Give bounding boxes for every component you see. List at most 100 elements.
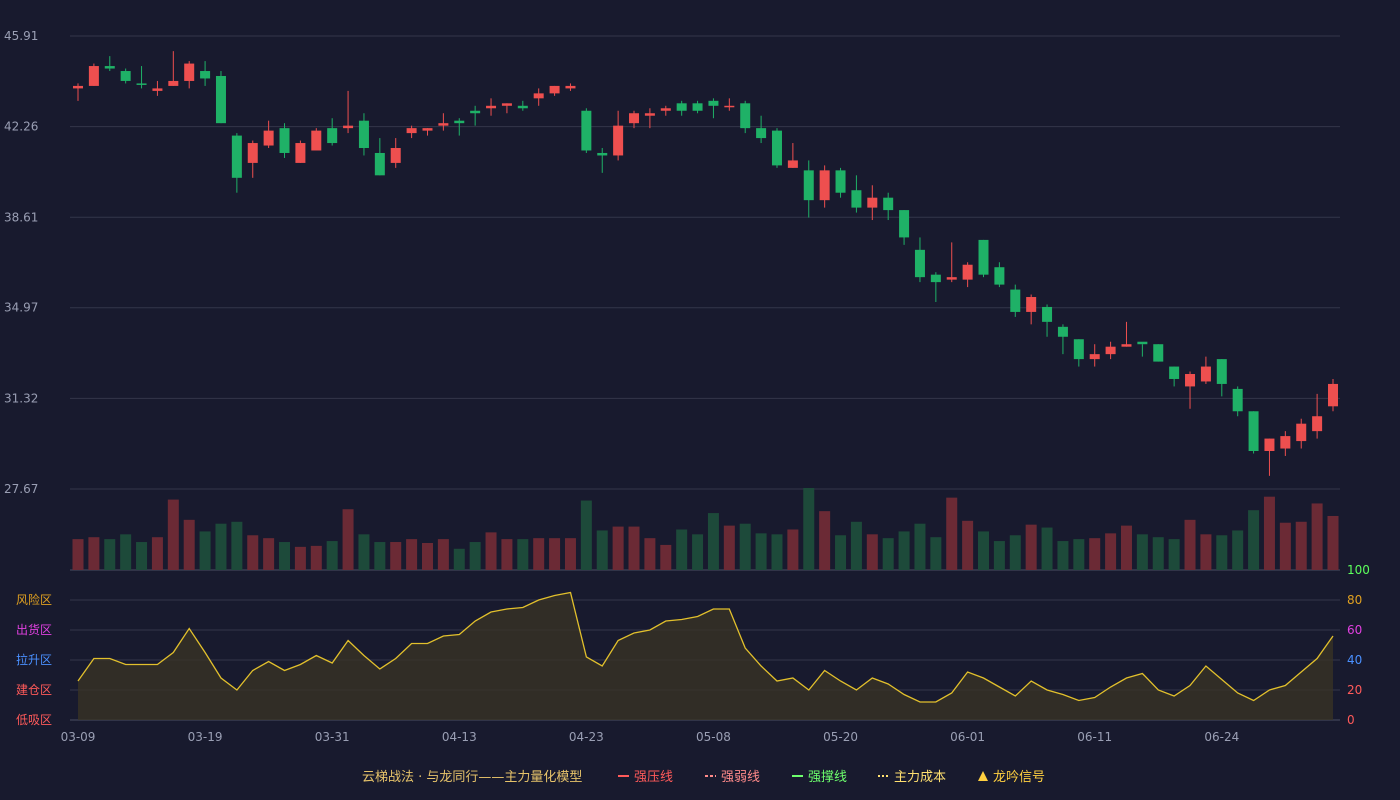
volume-bar: [469, 542, 481, 570]
volume-bar: [866, 534, 878, 570]
candle-body: [835, 170, 846, 193]
legend-entry: 强弱线: [721, 770, 760, 785]
main-force-area: [78, 592, 1333, 720]
candle-body: [73, 85, 83, 89]
volume-bar: [723, 525, 735, 570]
candle-body: [88, 66, 99, 86]
candle-body: [1328, 383, 1338, 407]
price-tick-label: 31.32: [4, 391, 38, 405]
volume-bar: [1120, 525, 1132, 570]
volume-bar: [1200, 534, 1212, 570]
volume-series: [72, 488, 1339, 570]
volume-bar: [707, 513, 719, 570]
volume-bar: [215, 523, 227, 570]
volume-bar: [1327, 515, 1339, 570]
candle-body: [1185, 374, 1196, 387]
volume-bar: [962, 520, 974, 570]
indicator-tick-label: 100: [1347, 563, 1370, 577]
volume-bar: [1089, 538, 1101, 570]
indicator-axis-ticks: 100 80 60 40 20 0: [1347, 563, 1370, 727]
x-axis-label: 05-08: [696, 730, 731, 744]
volume-bar: [803, 488, 815, 570]
volume-bar: [1168, 539, 1180, 570]
candle-body: [1042, 306, 1053, 322]
price-tick-label: 42.26: [4, 120, 38, 134]
volume-bar: [771, 534, 783, 570]
candle-body: [581, 110, 592, 151]
legend-symbol: [978, 771, 988, 781]
volume-bar: [898, 531, 910, 570]
candle-body: [279, 128, 290, 153]
candle-body: [1232, 388, 1243, 412]
volume-bar: [517, 539, 529, 570]
volume-bar: [120, 534, 132, 570]
volume-bar: [247, 535, 259, 570]
main-force-indicator: [77, 591, 1334, 720]
candle-body: [152, 88, 163, 91]
candle-body: [1026, 297, 1037, 312]
x-axis-label: 06-24: [1204, 730, 1239, 744]
price-tick-label: 45.91: [4, 29, 38, 43]
volume-bar: [612, 526, 624, 570]
volume-bar: [1263, 496, 1275, 570]
candle-body: [406, 128, 417, 134]
volume-bar: [564, 538, 576, 570]
volume-bar: [930, 537, 942, 570]
x-axis-labels: 03-09 03-19 03-31 04-13 04-23 05-08 05-20 06-01…: [61, 730, 1240, 744]
candle-body: [962, 264, 973, 280]
candle-body: [295, 143, 306, 163]
legend-entry: 龙吟信号: [993, 769, 1045, 785]
volume-bar: [1105, 533, 1117, 570]
candle-body: [311, 130, 322, 151]
candle-body: [422, 128, 433, 131]
zone-labels: 风险区出货区拉升区建仓区低吸区: [16, 592, 52, 727]
stock-chart: 45.91 42.26 38.61 34.97 31.32 27.67 100 80 60 40…: [4, 29, 1370, 785]
volume-bar: [294, 546, 306, 570]
volume-bar: [88, 537, 100, 570]
volume-bar: [72, 539, 84, 570]
x-axis-label: 06-11: [1077, 730, 1112, 744]
volume-bar: [1279, 522, 1291, 570]
volume-bar: [151, 537, 163, 570]
volume-bar: [755, 533, 767, 570]
indicator-tick-label: 80: [1347, 593, 1362, 607]
volume-bar: [1057, 541, 1069, 570]
volume-bar: [692, 534, 704, 570]
volume-bar: [676, 529, 688, 570]
volume-bar: [850, 521, 862, 570]
volume-bar: [1311, 503, 1323, 570]
volume-bar: [1216, 535, 1228, 570]
candle-body: [1057, 326, 1068, 337]
candle-body: [517, 105, 528, 109]
volume-bar: [549, 538, 561, 570]
candle-body: [184, 63, 195, 81]
candle-body: [104, 66, 115, 69]
x-axis-label: 06-01: [950, 730, 985, 744]
candle-body: [756, 128, 767, 139]
volume-bar: [978, 531, 990, 570]
volume-bar: [310, 545, 322, 570]
candlestick-series: [73, 51, 1338, 476]
candle-body: [1073, 339, 1084, 360]
candle-body: [740, 103, 751, 129]
candle-body: [946, 277, 957, 280]
candle-body: [787, 160, 798, 168]
volume-bar: [882, 538, 894, 570]
volume-bar: [167, 499, 179, 570]
candle-body: [629, 113, 640, 124]
candle-body: [358, 120, 369, 149]
volume-bar: [421, 542, 433, 570]
volume-bar: [644, 538, 656, 570]
volume-bar: [104, 539, 116, 570]
candle-body: [819, 170, 830, 201]
volume-bar: [660, 544, 672, 570]
volume-bar: [1136, 534, 1148, 570]
zone-label: 风险区: [16, 592, 52, 607]
candle-body: [486, 105, 497, 109]
x-axis-label: 04-23: [569, 730, 604, 744]
candle-body: [1089, 354, 1100, 360]
candle-body: [724, 105, 735, 108]
candle-body: [1280, 436, 1291, 449]
candle-body: [930, 274, 941, 283]
volume-bar: [580, 500, 592, 570]
